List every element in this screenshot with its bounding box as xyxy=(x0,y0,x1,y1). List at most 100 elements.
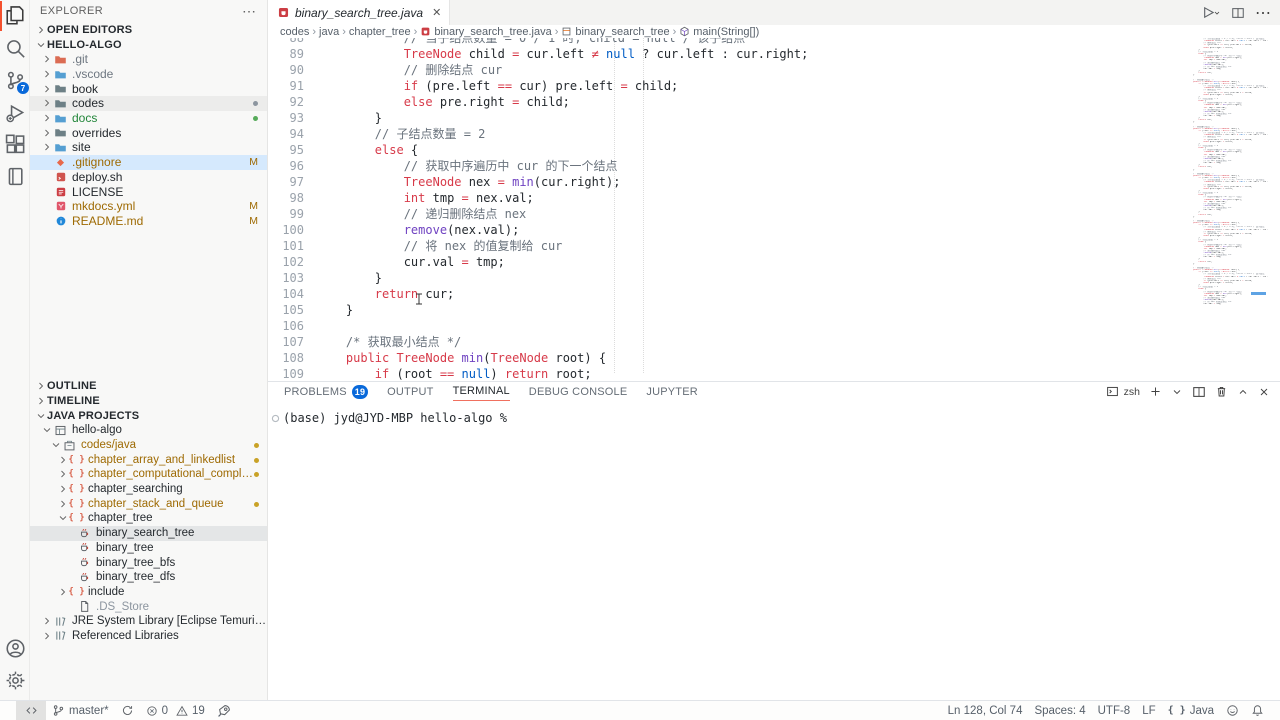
panel-tab-jupyter[interactable]: JUPYTER xyxy=(646,382,698,401)
activity-explorer-icon[interactable] xyxy=(0,0,30,32)
split-terminal-icon[interactable] xyxy=(1192,385,1206,399)
activity-extensions-icon[interactable] xyxy=(0,128,30,160)
tree-item-docs[interactable]: docs xyxy=(30,111,267,126)
section-root-folder[interactable]: HELLO-ALGO xyxy=(30,37,267,52)
notifications-bell-icon[interactable] xyxy=(1245,701,1270,720)
section-open-editors[interactable]: OPEN EDITORS xyxy=(30,22,267,37)
tree-item-book[interactable]: book xyxy=(30,81,267,96)
tree-item-codes[interactable]: codes xyxy=(30,96,267,111)
tree-item-include[interactable]: { }include xyxy=(30,585,268,600)
language-mode-status[interactable]: { } Java xyxy=(1162,701,1220,720)
terminal-dropdown-icon[interactable] xyxy=(1171,386,1183,398)
code-line-text: // 子结点数量 = 2 xyxy=(304,126,485,142)
cursor-position-status[interactable]: Ln 128, Col 74 xyxy=(942,701,1029,720)
close-tab-icon[interactable]: ✕ xyxy=(432,6,441,19)
panel-tab-label: DEBUG CONSOLE xyxy=(529,386,628,398)
tree-item-chapter_stack_and_queue[interactable]: { }chapter_stack_and_queue xyxy=(30,496,268,511)
tree-item-site[interactable]: site xyxy=(30,140,267,155)
activity-search-icon[interactable] xyxy=(0,32,30,64)
tree-item-chapter_tree[interactable]: { }chapter_tree xyxy=(30,511,268,526)
tree-item-Referenced-Libraries[interactable]: Referenced Libraries xyxy=(30,629,268,644)
tree-item-label: chapter_searching xyxy=(88,483,183,495)
tree-item-chapter_array_and_linkedlist[interactable]: { }chapter_array_and_linkedlist xyxy=(30,452,268,467)
tree-item-label: chapter_array_and_linkedlist xyxy=(88,454,235,466)
sync-button[interactable] xyxy=(115,701,140,720)
tree-item-label: binary_search_tree xyxy=(96,527,194,539)
branch-status[interactable]: master* xyxy=(46,701,115,720)
remote-indicator[interactable] xyxy=(16,701,46,720)
panel-tab-problems[interactable]: PROBLEMS19 xyxy=(284,382,368,401)
activity-settings-icon[interactable] xyxy=(0,664,30,696)
shell-icon xyxy=(53,171,68,183)
breadcrumb-item[interactable]: java xyxy=(319,26,339,38)
code-line-text: cur.val = tmp; xyxy=(304,254,505,270)
line-number: 90 xyxy=(268,62,304,78)
tree-item-.vscode[interactable]: .vscode xyxy=(30,67,267,82)
breadcrumb-label: chapter_tree xyxy=(349,26,411,38)
panel-tab-debug-console[interactable]: DEBUG CONSOLE xyxy=(529,382,628,401)
modified-dot-badge xyxy=(254,498,268,510)
breadcrumb-item[interactable]: binary_search_tree.java xyxy=(420,26,551,38)
panel-tab-label: PROBLEMS xyxy=(284,386,347,398)
activity-source-control-icon[interactable]: 7 xyxy=(0,64,30,96)
more-actions-icon[interactable]: ⋯ xyxy=(1255,3,1272,23)
tree-item-overrides[interactable]: overrides xyxy=(30,125,267,140)
maximize-panel-icon[interactable] xyxy=(1237,386,1249,398)
activity-notebook-icon[interactable] xyxy=(0,160,30,192)
tree-item-label: binary_tree_dfs xyxy=(96,571,175,583)
tree-item-.git[interactable]: .git xyxy=(30,52,267,67)
code-line-text: /* 获取最小结点 */ xyxy=(304,334,461,350)
breadcrumb-item[interactable]: chapter_tree xyxy=(349,26,411,38)
breadcrumb-item[interactable]: main(String[]) xyxy=(679,26,759,38)
encoding-status[interactable]: UTF-8 xyxy=(1092,701,1137,720)
indentation-status[interactable]: Spaces: 4 xyxy=(1028,701,1091,720)
split-editor-icon[interactable] xyxy=(1231,6,1245,20)
tree-item-mkdocs.yml[interactable]: mkdocs.ymlM xyxy=(30,199,267,214)
tree-item-.DS_Store[interactable]: .DS_Store xyxy=(30,599,268,614)
kill-terminal-icon[interactable] xyxy=(1215,385,1228,398)
code-editor[interactable]: 88 // 当子结点数量 = 0 / 1 时, child = null / 该… xyxy=(268,38,1280,381)
tree-item-binary_search_tree[interactable]: binary_search_tree xyxy=(30,526,268,541)
minimap[interactable]: // 当子结点数量 = 0 / 1 时, child = null / 该子结点… xyxy=(1188,38,1268,306)
tree-item-chapter_computational_complexity[interactable]: { }chapter_computational_complexity xyxy=(30,467,268,482)
panel-tab-output[interactable]: OUTPUT xyxy=(387,382,433,401)
tree-item-chapter_searching[interactable]: { }chapter_searching xyxy=(30,482,268,497)
java-lightweight-mode-rocket-icon[interactable] xyxy=(211,701,237,720)
close-panel-icon[interactable] xyxy=(1258,386,1270,398)
run-button[interactable] xyxy=(1200,5,1221,20)
terminal-profile-icon[interactable] xyxy=(1106,385,1119,398)
tree-item-hello-algo[interactable]: hello-algo xyxy=(30,423,268,438)
activity-run-debug-icon[interactable] xyxy=(0,96,30,128)
code-line-text: int tmp = nex.val; xyxy=(304,190,534,206)
section-java-projects[interactable]: JAVA PROJECTS xyxy=(30,408,268,423)
tree-item-LICENSE[interactable]: LICENSE xyxy=(30,184,267,199)
breadcrumb-separator: › xyxy=(312,26,316,38)
more-actions-icon[interactable]: ⋯ xyxy=(242,3,257,20)
panel-tab-label: JUPYTER xyxy=(646,386,698,398)
tree-item-.gitignore[interactable]: .gitignoreM xyxy=(30,155,267,170)
tree-item-binary_tree[interactable]: binary_tree xyxy=(30,541,268,556)
problems-status[interactable]: 0 19 xyxy=(140,701,211,720)
eol-status[interactable]: LF xyxy=(1136,701,1161,720)
javafile-icon xyxy=(420,26,431,37)
tree-item-JRE-System-Library-Eclipse-Temurin-17-17....[interactable]: JRE System Library [Eclipse Temurin 17 [… xyxy=(30,614,268,629)
line-number: 107 xyxy=(268,334,304,350)
panel-tab-terminal[interactable]: TERMINAL xyxy=(453,382,510,401)
tree-item-README.md[interactable]: README.mdM xyxy=(30,214,267,229)
new-terminal-icon[interactable] xyxy=(1149,385,1162,398)
tree-item-codes-java[interactable]: codes/java xyxy=(30,438,268,453)
breadcrumb-item[interactable]: binary_search_tree xyxy=(561,26,669,38)
section-timeline[interactable]: TIMELINE xyxy=(30,393,268,408)
terminal[interactable]: (base) jyd@JYD-MBP hello-algo % xyxy=(268,401,1280,425)
section-outline[interactable]: OUTLINE xyxy=(30,378,268,393)
line-number: 88 xyxy=(268,38,304,46)
feedback-smiley-icon[interactable] xyxy=(1220,701,1245,720)
breadcrumb-item[interactable]: codes xyxy=(280,26,309,38)
tab-binary-search-tree[interactable]: binary_search_tree.java ✕ xyxy=(268,0,450,25)
line-number: 98 xyxy=(268,190,304,206)
tree-item-binary_tree_bfs[interactable]: binary_tree_bfs xyxy=(30,555,268,570)
activity-account-icon[interactable] xyxy=(0,632,30,664)
breadcrumb-separator: › xyxy=(555,26,559,38)
tree-item-deploy.sh[interactable]: deploy.sh xyxy=(30,170,267,185)
tree-item-binary_tree_dfs[interactable]: binary_tree_dfs xyxy=(30,570,268,585)
